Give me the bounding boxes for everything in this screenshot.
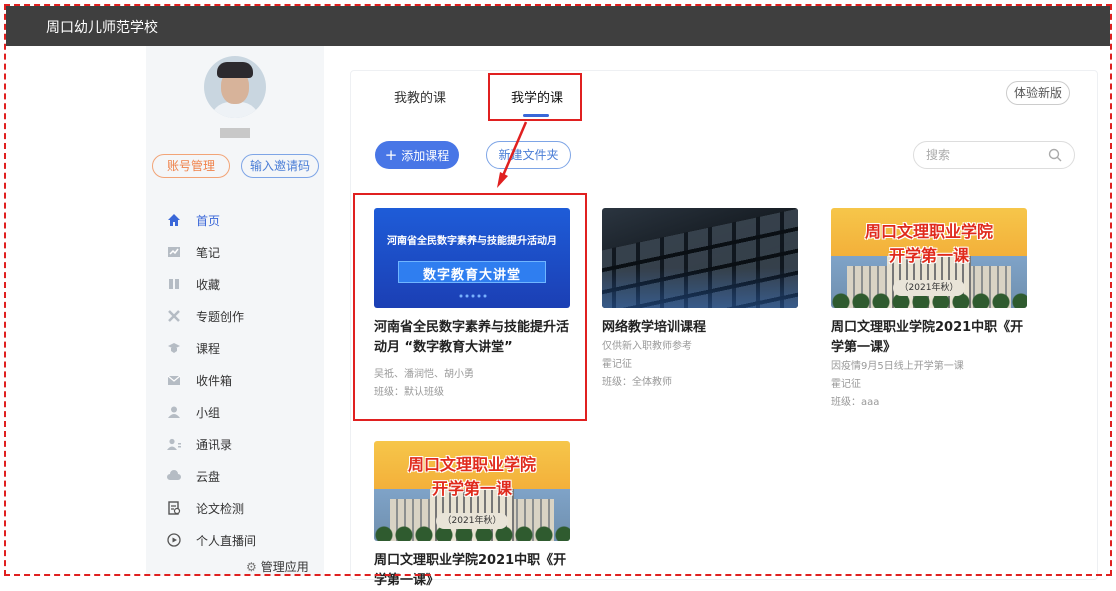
manage-apps-label: 管理应用 <box>260 560 309 574</box>
user-icon <box>166 404 182 420</box>
course-panel: 我教的课 我学的课 体验新版 + 添加课程 新建文件夹 河南省全民数字素养与技能… <box>350 70 1098 588</box>
search-input[interactable] <box>926 147 1046 163</box>
course-card[interactable]: 周口文理职业学院 开学第一课 （2021年秋） 周口文理职业学院2021中职《开… <box>831 208 1027 412</box>
account-management-button[interactable]: 账号管理 <box>152 154 230 178</box>
gear-icon: ⚙ <box>246 559 257 574</box>
sidebar-item-label: 个人直播间 <box>196 533 257 548</box>
sidebar-item-label: 云盘 <box>196 469 221 484</box>
sidebar-item-cloud-drive[interactable]: 云盘 <box>166 460 316 492</box>
thumbnail-text: 河南省全民数字素养与技能提升活动月 <box>387 236 557 247</box>
play-circle-icon <box>166 532 182 548</box>
thumbnail-year: （2021年秋） <box>893 280 965 296</box>
inbox-icon <box>166 372 182 388</box>
course-class: 班级：aaa <box>831 397 880 408</box>
course-thumbnail[interactable]: 河南省全民数字素养与技能提升活动月 数字教育大讲堂 <box>374 208 570 308</box>
sidebar-nav: 首页 笔记 收藏 专题创作 课程 收件箱 小组 通讯录 云盘 论文检测 个人直播… <box>166 204 316 556</box>
sidebar-item-inbox[interactable]: 收件箱 <box>166 364 316 396</box>
add-course-button[interactable]: + 添加课程 <box>375 141 459 169</box>
sidebar-item-courses[interactable]: 课程 <box>166 332 316 364</box>
sidebar-item-label: 笔记 <box>196 245 221 260</box>
sidebar-item-label: 首页 <box>196 213 221 228</box>
course-class: 班级：全体教师 <box>602 377 672 388</box>
course-teacher: 霍记征 <box>602 359 632 370</box>
sidebar-item-topic-creation[interactable]: 专题创作 <box>166 300 316 332</box>
username-blurred <box>220 128 250 138</box>
sidebar-item-label: 收件箱 <box>196 373 233 388</box>
graduation-cap-icon <box>166 340 182 356</box>
sidebar-item-label: 小组 <box>196 405 221 420</box>
home-icon <box>166 212 182 228</box>
sidebar-item-label: 收藏 <box>196 277 221 292</box>
keyboard-glow <box>602 268 798 308</box>
course-thumbnail[interactable]: 周口文理职业学院 开学第一课 （2021年秋） <box>374 441 570 541</box>
course-teachers: 吴祗、潘润恺、胡小勇 <box>374 369 474 380</box>
contacts-icon <box>166 436 182 452</box>
course-card[interactable]: 河南省全民数字素养与技能提升活动月 数字教育大讲堂 河南省全民数字素养与技能提升… <box>374 208 570 402</box>
school-name: 周口幼儿师范学校 <box>46 20 158 36</box>
add-course-label: 添加课程 <box>401 148 450 163</box>
search-icon[interactable] <box>1048 148 1062 162</box>
top-bar: 周口幼儿师范学校 <box>6 6 1110 46</box>
course-thumbnail[interactable] <box>602 208 798 308</box>
sidebar-item-contacts[interactable]: 通讯录 <box>166 428 316 460</box>
tab-teaching-courses[interactable]: 我教的课 <box>394 87 446 106</box>
sidebar-item-label: 课程 <box>196 341 221 356</box>
tools-icon <box>166 308 182 324</box>
thumbnail-text: 数字教育大讲堂 <box>422 268 521 283</box>
sidebar: 账号管理 输入邀请码 首页 笔记 收藏 专题创作 课程 收件箱 小组 通讯录 云… <box>146 46 324 576</box>
course-title[interactable]: 网络教学培训课程 <box>602 318 798 338</box>
course-title[interactable]: 河南省全民数字素养与技能提升活动月 “数字教育大讲堂” <box>374 318 570 358</box>
course-card[interactable]: 周口文理职业学院 开学第一课 （2021年秋） 周口文理职业学院2021中职《开… <box>374 441 570 591</box>
course-card[interactable]: 网络教学培训课程 仅供新入职教师参考 霍记征 班级：全体教师 <box>602 208 798 392</box>
search-box[interactable] <box>913 141 1075 169</box>
avatar-hair-shape <box>217 62 253 78</box>
course-description: 因疫情9月5日线上开学第一课 <box>831 361 964 372</box>
sidebar-item-label: 论文检测 <box>196 501 245 516</box>
course-title[interactable]: 周口文理职业学院2021中职《开学第一课》 <box>374 551 570 591</box>
avatar[interactable] <box>204 56 266 118</box>
thumbnail-dots <box>458 294 488 298</box>
sidebar-item-home[interactable]: 首页 <box>166 204 316 236</box>
sidebar-item-paper-check[interactable]: 论文检测 <box>166 492 316 524</box>
thumbnail-text: 开学第一课 <box>888 246 969 265</box>
plus-icon: + <box>384 146 398 164</box>
sidebar-item-groups[interactable]: 小组 <box>166 396 316 428</box>
thumbnail-text: 开学第一课 <box>431 479 512 498</box>
sidebar-item-label: 通讯录 <box>196 437 233 452</box>
bookmark-icon <box>166 276 182 292</box>
avatar-body-shape <box>210 102 260 118</box>
manage-apps-button[interactable]: ⚙ 管理应用 <box>246 558 309 575</box>
sidebar-item-label: 专题创作 <box>196 309 245 324</box>
annotation-box-tab <box>488 73 582 121</box>
note-icon <box>166 244 182 260</box>
course-description: 仅供新入职教师参考 <box>602 341 692 352</box>
sidebar-item-live-room[interactable]: 个人直播间 <box>166 524 316 556</box>
course-thumbnail[interactable]: 周口文理职业学院 开学第一课 （2021年秋） <box>831 208 1027 308</box>
new-folder-button[interactable]: 新建文件夹 <box>486 141 571 169</box>
sidebar-item-notes[interactable]: 笔记 <box>166 236 316 268</box>
course-teacher: 霍记征 <box>831 379 861 390</box>
enter-invite-code-button[interactable]: 输入邀请码 <box>241 154 319 178</box>
thumbnail-text: 周口文理职业学院 <box>864 222 993 241</box>
thumbnail-text: 周口文理职业学院 <box>407 455 536 474</box>
course-class: 班级：默认班级 <box>374 387 444 398</box>
thumbnail-year: （2021年秋） <box>436 513 508 529</box>
try-new-version-button[interactable]: 体验新版 <box>1006 81 1070 105</box>
document-check-icon <box>166 500 182 516</box>
sidebar-item-favorites[interactable]: 收藏 <box>166 268 316 300</box>
course-title[interactable]: 周口文理职业学院2021中职《开学第一课》 <box>831 318 1027 358</box>
cloud-icon <box>166 468 182 484</box>
